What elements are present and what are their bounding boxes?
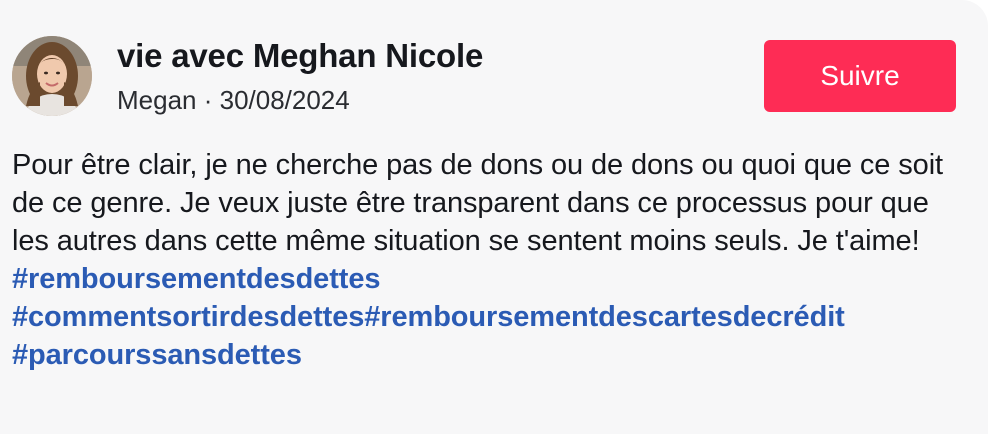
caption-text: Pour être clair, je ne cherche pas de do… <box>12 149 943 257</box>
post-card: vie avec Meghan Nicole Megan · 30/08/202… <box>0 0 988 434</box>
avatar[interactable] <box>12 36 92 116</box>
post-caption: Pour être clair, je ne cherche pas de do… <box>12 146 952 374</box>
hashtag-link[interactable]: #parcourssansdettes <box>12 339 302 371</box>
hashtag-link[interactable]: #commentsortirdesdettes <box>12 301 364 333</box>
hashtag-link[interactable]: #remboursementdesdettes <box>12 263 380 295</box>
post-meta: Megan · 30/08/2024 <box>117 85 350 115</box>
follow-button[interactable]: Suivre <box>764 40 956 112</box>
profile-photo-icon <box>12 36 92 116</box>
author-name[interactable]: vie avec Meghan Nicole <box>117 37 483 75</box>
hashtag-link[interactable]: #remboursementdescartesdecrédit <box>364 301 845 333</box>
